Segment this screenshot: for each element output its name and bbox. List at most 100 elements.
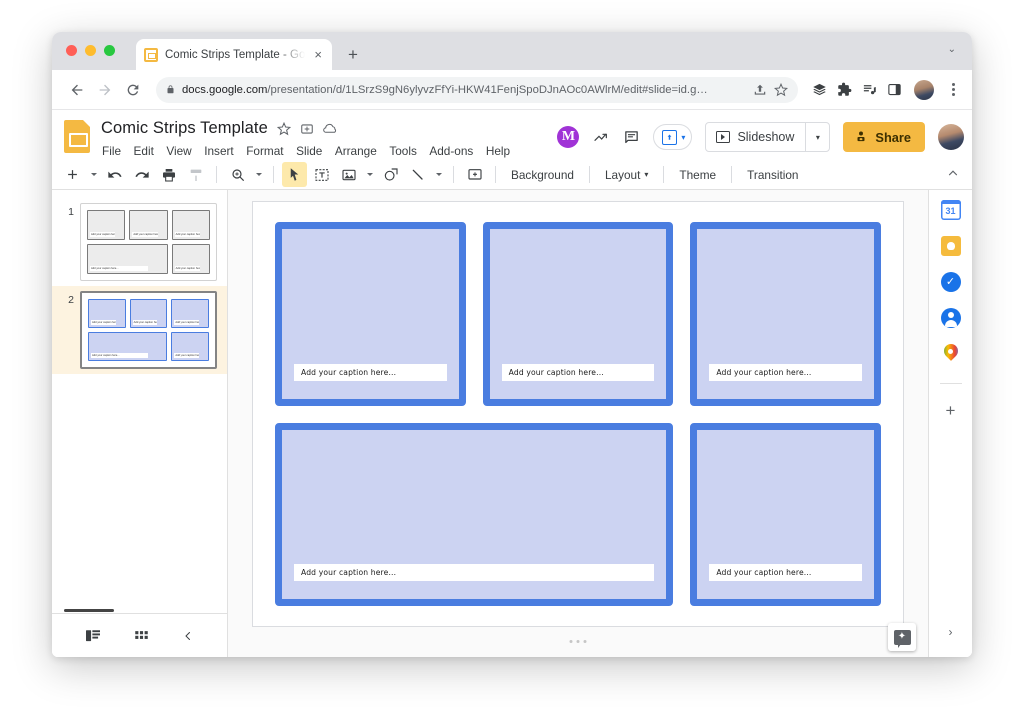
menu-addons[interactable]: Add-ons — [429, 144, 473, 158]
browser-toolbar: docs.google.com/presentation/d/1LSrzS9gN… — [52, 70, 972, 110]
slide-thumbnail-selected[interactable]: Add your caption here... Add your captio… — [80, 291, 217, 369]
background-button[interactable]: Background — [504, 162, 581, 187]
share-icon[interactable] — [753, 83, 767, 97]
expand-side-panel-button[interactable]: › — [949, 625, 953, 639]
caption-textbox[interactable]: Add your caption here... — [294, 363, 447, 381]
google-tasks-icon[interactable] — [940, 272, 961, 292]
comment-icon[interactable] — [623, 129, 640, 146]
trending-up-icon[interactable] — [592, 129, 610, 145]
slideshow-main[interactable]: Slideshow — [706, 123, 805, 151]
thumb-caption: Add your caption here... — [174, 320, 200, 325]
get-add-ons-button[interactable]: + — [946, 402, 956, 419]
image-options-caret-icon[interactable] — [363, 162, 376, 187]
redo-button[interactable] — [129, 162, 154, 187]
menu-tools[interactable]: Tools — [389, 144, 417, 158]
document-title[interactable]: Comic Strips Template — [101, 119, 268, 138]
comic-panel-5[interactable]: Add your caption here... — [690, 422, 881, 606]
caption-textbox[interactable]: Add your caption here... — [709, 363, 862, 381]
menu-edit[interactable]: Edit — [134, 144, 154, 158]
menu-format[interactable]: Format — [246, 144, 283, 158]
filmstrip-slide-1[interactable]: 1 Add your caption here... Add your capt… — [52, 198, 227, 286]
slide-canvas-area: Add your caption here... Add your captio… — [228, 190, 928, 657]
reload-button[interactable] — [120, 77, 146, 103]
caption-textbox[interactable]: Add your caption here... — [501, 363, 655, 381]
caption-textbox[interactable]: Add your caption here... — [294, 564, 655, 581]
shape-button[interactable] — [378, 162, 403, 187]
puzzle-extensions-icon[interactable] — [837, 82, 852, 97]
meet-extension-icon[interactable]: M — [557, 126, 580, 148]
google-contacts-icon[interactable] — [940, 308, 961, 328]
comic-panel-4[interactable]: Add your caption here... — [275, 422, 674, 606]
menu-slide[interactable]: Slide — [296, 144, 322, 158]
speaker-notes-drag-handle[interactable] — [569, 640, 587, 643]
comic-panel-3[interactable]: Add your caption here... — [690, 222, 881, 406]
slide-thumbnail[interactable]: Add your caption here... Add your captio… — [80, 203, 217, 281]
menu-file[interactable]: File — [102, 144, 121, 158]
close-window-button[interactable] — [66, 45, 77, 56]
menu-view[interactable]: View — [166, 144, 191, 158]
line-button[interactable] — [405, 162, 430, 187]
browser-window: Comic Strips Template - Googl × + ⌄ docs… — [52, 32, 972, 657]
google-keep-icon[interactable] — [940, 236, 961, 256]
slideshow-options-button[interactable]: ▾ — [805, 123, 829, 151]
text-box-button[interactable] — [309, 162, 334, 187]
paint-format-button[interactable] — [183, 162, 208, 187]
theme-button[interactable]: Theme — [672, 162, 723, 187]
google-maps-icon[interactable] — [941, 344, 961, 364]
cloud-saved-icon[interactable] — [323, 121, 338, 136]
new-slide-button[interactable] — [60, 162, 85, 187]
comic-panel-1[interactable]: Add your caption here... — [275, 222, 466, 406]
close-tab-icon[interactable]: × — [312, 48, 324, 61]
menu-help[interactable]: Help — [486, 144, 510, 158]
collapse-filmstrip-button[interactable] — [182, 630, 194, 642]
back-button[interactable] — [64, 77, 90, 103]
zoom-options-caret-icon[interactable] — [252, 162, 265, 187]
line-options-caret-icon[interactable] — [432, 162, 445, 187]
canvas-scroll: Add your caption here... Add your captio… — [228, 190, 928, 635]
present-to-meeting-button[interactable]: ▾ — [653, 124, 693, 150]
transition-button[interactable]: Transition — [740, 162, 805, 187]
collapse-toolbar-button[interactable] — [946, 166, 960, 180]
chevron-down-icon[interactable]: ▾ — [681, 133, 685, 142]
filmstrip-slide-2[interactable]: 2 Add your caption here... Add your capt… — [52, 286, 227, 374]
thumb-panel: Add your caption here... — [129, 299, 168, 328]
comic-panel-2[interactable]: Add your caption here... — [482, 222, 674, 406]
add-comment-button[interactable] — [462, 162, 487, 187]
star-icon[interactable] — [276, 121, 291, 136]
menu-arrange[interactable]: Arrange — [335, 144, 377, 158]
browser-profile-avatar[interactable] — [914, 79, 934, 100]
select-tool-button[interactable] — [282, 162, 307, 187]
new-slide-options-caret-icon[interactable] — [87, 162, 100, 187]
google-calendar-icon[interactable] — [940, 200, 961, 220]
new-tab-button[interactable]: + — [348, 46, 358, 63]
menu-insert[interactable]: Insert — [204, 144, 234, 158]
bookmark-star-icon[interactable] — [774, 82, 788, 97]
slideshow-button[interactable]: Slideshow ▾ — [705, 122, 831, 152]
browser-menu-button[interactable] — [944, 83, 960, 96]
grid-view-button[interactable] — [134, 628, 149, 643]
maximize-window-button[interactable] — [104, 45, 115, 56]
caption-textbox[interactable]: Add your caption here... — [709, 564, 862, 581]
layout-button[interactable]: Layout ▾ — [598, 162, 655, 187]
browser-tab-active[interactable]: Comic Strips Template - Googl × — [136, 39, 332, 70]
print-button[interactable] — [156, 162, 181, 187]
side-panel-icon[interactable] — [887, 82, 902, 97]
reading-list-icon[interactable] — [862, 82, 877, 97]
move-to-folder-icon[interactable] — [300, 122, 314, 136]
address-bar[interactable]: docs.google.com/presentation/d/1LSrzS9gN… — [156, 76, 798, 103]
undo-button[interactable] — [102, 162, 127, 187]
google-slides-logo-icon[interactable] — [64, 120, 90, 153]
slide-editing-surface[interactable]: Add your caption here... Add your captio… — [253, 202, 903, 626]
zoom-button[interactable] — [225, 162, 250, 187]
share-button[interactable]: Share — [843, 122, 925, 152]
image-button[interactable] — [336, 162, 361, 187]
minimize-window-button[interactable] — [85, 45, 96, 56]
horizontal-scrollbar[interactable] — [64, 609, 114, 612]
share-label: Share — [875, 129, 911, 145]
explore-button[interactable]: ✦ — [888, 623, 916, 651]
filmstrip-view-button[interactable] — [85, 629, 101, 643]
chevron-down-icon[interactable]: ⌄ — [948, 44, 956, 55]
layers-extension-icon[interactable] — [812, 82, 827, 97]
account-avatar[interactable] — [938, 124, 964, 150]
forward-button[interactable] — [92, 77, 118, 103]
